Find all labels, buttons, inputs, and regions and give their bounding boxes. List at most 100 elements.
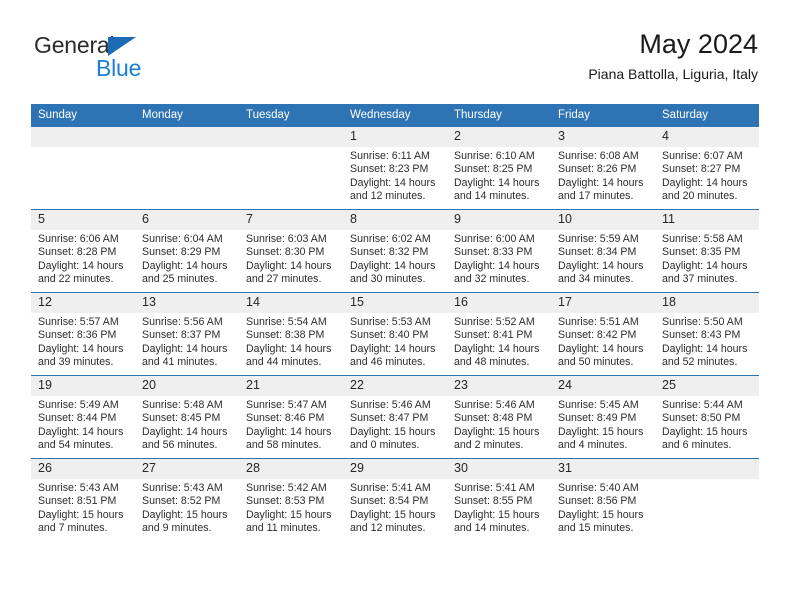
calendar-day-cell[interactable]: 20 Sunrise: 5:48 AM Sunset: 8:45 PM Dayligh…: [135, 375, 239, 459]
daylight-text: Daylight: 14 hours and 48 minutes.: [454, 342, 540, 369]
day-details: Sunrise: 5:45 AM Sunset: 8:49 PM Daylight:…: [551, 396, 655, 453]
calendar-day-cell[interactable]: 26 Sunrise: 5:43 AM Sunset: 8:51 PM Dayligh…: [31, 458, 135, 541]
sunset-text: Sunset: 8:47 PM: [350, 412, 429, 425]
day-details: Sunrise: 5:57 AM Sunset: 8:36 PM Daylight:…: [31, 313, 135, 370]
calendar-day-cell[interactable]: 29 Sunrise: 5:41 AM Sunset: 8:54 PM Dayligh…: [343, 458, 447, 541]
sunset-text: Sunset: 8:48 PM: [454, 412, 533, 425]
daylight-text: Daylight: 14 hours and 25 minutes.: [142, 259, 228, 286]
day-number: 21: [239, 376, 343, 396]
calendar-day-cell[interactable]: 21 Sunrise: 5:47 AM Sunset: 8:46 PM Dayligh…: [239, 375, 343, 459]
day-number: 12: [31, 293, 135, 313]
calendar-day-cell[interactable]: 17 Sunrise: 5:51 AM Sunset: 8:42 PM Dayligh…: [551, 292, 655, 376]
sunrise-sunset-calendar: Sunday Monday Tuesday Wednesday Thursday…: [31, 104, 759, 541]
calendar-day-cell[interactable]: 19 Sunrise: 5:49 AM Sunset: 8:44 PM Dayligh…: [31, 375, 135, 459]
calendar-day-cell[interactable]: 18 Sunrise: 5:50 AM Sunset: 8:43 PM Dayligh…: [655, 292, 759, 376]
calendar-week-row: 5 Sunrise: 6:06 AM Sunset: 8:28 PM Daylight…: [31, 209, 759, 293]
day-number: 27: [135, 459, 239, 479]
calendar-day-cell[interactable]: 5 Sunrise: 6:06 AM Sunset: 8:28 PM Daylight…: [31, 209, 135, 293]
calendar-day-cell[interactable]: 23 Sunrise: 5:46 AM Sunset: 8:48 PM Dayligh…: [447, 375, 551, 459]
calendar-day-cell[interactable]: 3 Sunrise: 6:08 AM Sunset: 8:26 PM Daylight…: [551, 127, 655, 210]
sunrise-text: Sunrise: 6:06 AM: [38, 233, 119, 245]
calendar-day-cell[interactable]: 4 Sunrise: 6:07 AM Sunset: 8:27 PM Daylight…: [655, 127, 759, 210]
calendar-day-cell[interactable]: 16 Sunrise: 5:52 AM Sunset: 8:41 PM Dayligh…: [447, 292, 551, 376]
sunrise-text: Sunrise: 5:52 AM: [454, 316, 535, 328]
calendar-day-cell[interactable]: 9 Sunrise: 6:00 AM Sunset: 8:33 PM Daylight…: [447, 209, 551, 293]
calendar-week-row: 12 Sunrise: 5:57 AM Sunset: 8:36 PM Dayligh…: [31, 292, 759, 376]
sunset-text: Sunset: 8:54 PM: [350, 495, 429, 508]
day-details: Sunrise: 5:47 AM Sunset: 8:46 PM Daylight:…: [239, 396, 343, 453]
weekday-header-saturday: Saturday: [655, 104, 759, 127]
calendar-day-cell[interactable]: 11 Sunrise: 5:58 AM Sunset: 8:35 PM Dayligh…: [655, 209, 759, 293]
sunset-text: Sunset: 8:30 PM: [246, 246, 325, 259]
day-number: 2: [447, 127, 551, 147]
sunrise-text: Sunrise: 6:07 AM: [662, 150, 743, 162]
day-details: Sunrise: 5:56 AM Sunset: 8:37 PM Daylight:…: [135, 313, 239, 370]
sunset-text: Sunset: 8:43 PM: [662, 329, 741, 342]
weekday-header-sunday: Sunday: [31, 104, 135, 127]
calendar-day-cell[interactable]: 30 Sunrise: 5:41 AM Sunset: 8:55 PM Dayligh…: [447, 458, 551, 541]
daylight-text: Daylight: 14 hours and 30 minutes.: [350, 259, 436, 286]
day-number: 24: [551, 376, 655, 396]
sunset-text: Sunset: 8:41 PM: [454, 329, 533, 342]
daylight-text: Daylight: 15 hours and 15 minutes.: [558, 508, 644, 535]
weekday-header-row: Sunday Monday Tuesday Wednesday Thursday…: [31, 104, 759, 127]
page-subtitle: Piana Battolla, Liguria, Italy: [588, 66, 758, 82]
sunrise-text: Sunrise: 5:46 AM: [454, 399, 535, 411]
calendar-day-cell[interactable]: 31 Sunrise: 5:40 AM Sunset: 8:56 PM Dayligh…: [551, 458, 655, 541]
calendar-day-cell[interactable]: 12 Sunrise: 5:57 AM Sunset: 8:36 PM Dayligh…: [31, 292, 135, 376]
day-number: 28: [239, 459, 343, 479]
calendar-day-cell[interactable]: 27 Sunrise: 5:43 AM Sunset: 8:52 PM Dayligh…: [135, 458, 239, 541]
sunrise-text: Sunrise: 6:11 AM: [350, 150, 430, 162]
sunset-text: Sunset: 8:45 PM: [142, 412, 221, 425]
calendar-day-cell[interactable]: 7 Sunrise: 6:03 AM Sunset: 8:30 PM Daylight…: [239, 209, 343, 293]
day-details: Sunrise: 5:44 AM Sunset: 8:50 PM Daylight:…: [655, 396, 759, 453]
daylight-text: Daylight: 15 hours and 11 minutes.: [246, 508, 332, 535]
day-details: Sunrise: 5:58 AM Sunset: 8:35 PM Daylight:…: [655, 230, 759, 287]
sunrise-text: Sunrise: 5:47 AM: [246, 399, 327, 411]
weekday-header-monday: Monday: [135, 104, 239, 127]
sunrise-text: Sunrise: 5:59 AM: [558, 233, 639, 245]
page-header: General Blue May 2024 Piana Battolla, Li…: [34, 28, 758, 94]
calendar-day-cell[interactable]: 14 Sunrise: 5:54 AM Sunset: 8:38 PM Dayligh…: [239, 292, 343, 376]
day-number: 20: [135, 376, 239, 396]
day-details: Sunrise: 6:04 AM Sunset: 8:29 PM Daylight:…: [135, 230, 239, 287]
day-number: 16: [447, 293, 551, 313]
calendar-day-cell[interactable]: 8 Sunrise: 6:02 AM Sunset: 8:32 PM Daylight…: [343, 209, 447, 293]
daylight-text: Daylight: 15 hours and 6 minutes.: [662, 425, 748, 452]
calendar-day-cell[interactable]: 25 Sunrise: 5:44 AM Sunset: 8:50 PM Dayligh…: [655, 375, 759, 459]
sunrise-text: Sunrise: 5:40 AM: [558, 482, 639, 494]
day-number: 31: [551, 459, 655, 479]
calendar-day-cell[interactable]: 6 Sunrise: 6:04 AM Sunset: 8:29 PM Daylight…: [135, 209, 239, 293]
sunrise-text: Sunrise: 5:50 AM: [662, 316, 743, 328]
day-details: Sunrise: 6:06 AM Sunset: 8:28 PM Daylight:…: [31, 230, 135, 287]
day-details: Sunrise: 5:46 AM Sunset: 8:47 PM Daylight:…: [343, 396, 447, 453]
calendar-week-row: 1 Sunrise: 6:11 AM Sunset: 8:23 PM Daylight…: [31, 127, 759, 210]
daylight-text: Daylight: 14 hours and 46 minutes.: [350, 342, 436, 369]
calendar-day-cell[interactable]: 28 Sunrise: 5:42 AM Sunset: 8:53 PM Dayligh…: [239, 458, 343, 541]
day-details: Sunrise: 5:48 AM Sunset: 8:45 PM Daylight:…: [135, 396, 239, 453]
sunrise-text: Sunrise: 5:43 AM: [38, 482, 119, 494]
day-details: Sunrise: 5:51 AM Sunset: 8:42 PM Daylight:…: [551, 313, 655, 370]
sunset-text: Sunset: 8:23 PM: [350, 163, 429, 176]
calendar-day-cell[interactable]: 10 Sunrise: 5:59 AM Sunset: 8:34 PM Dayligh…: [551, 209, 655, 293]
daylight-text: Daylight: 14 hours and 41 minutes.: [142, 342, 228, 369]
calendar-day-cell[interactable]: 2 Sunrise: 6:10 AM Sunset: 8:25 PM Daylight…: [447, 127, 551, 210]
calendar-day-cell[interactable]: 15 Sunrise: 5:53 AM Sunset: 8:40 PM Dayligh…: [343, 292, 447, 376]
calendar-day-cell[interactable]: 13 Sunrise: 5:56 AM Sunset: 8:37 PM Dayligh…: [135, 292, 239, 376]
daylight-text: Daylight: 14 hours and 34 minutes.: [558, 259, 644, 286]
day-number: 26: [31, 459, 135, 479]
daylight-text: Daylight: 14 hours and 32 minutes.: [454, 259, 540, 286]
weekday-header-tuesday: Tuesday: [239, 104, 343, 127]
calendar-day-cell-empty: [239, 127, 343, 210]
day-details: Sunrise: 5:42 AM Sunset: 8:53 PM Daylight:…: [239, 479, 343, 536]
general-blue-logo[interactable]: General Blue: [34, 32, 264, 88]
day-number: 4: [655, 127, 759, 147]
calendar-day-cell[interactable]: 1 Sunrise: 6:11 AM Sunset: 8:23 PM Daylight…: [343, 127, 447, 210]
sunset-text: Sunset: 8:44 PM: [38, 412, 117, 425]
day-details: Sunrise: 6:08 AM Sunset: 8:26 PM Daylight:…: [551, 147, 655, 204]
day-details: Sunrise: 5:43 AM Sunset: 8:51 PM Daylight:…: [31, 479, 135, 536]
day-details: Sunrise: 5:54 AM Sunset: 8:38 PM Daylight:…: [239, 313, 343, 370]
calendar-day-cell[interactable]: 24 Sunrise: 5:45 AM Sunset: 8:49 PM Dayligh…: [551, 375, 655, 459]
calendar-day-cell[interactable]: 22 Sunrise: 5:46 AM Sunset: 8:47 PM Dayligh…: [343, 375, 447, 459]
sunset-text: Sunset: 8:49 PM: [558, 412, 637, 425]
